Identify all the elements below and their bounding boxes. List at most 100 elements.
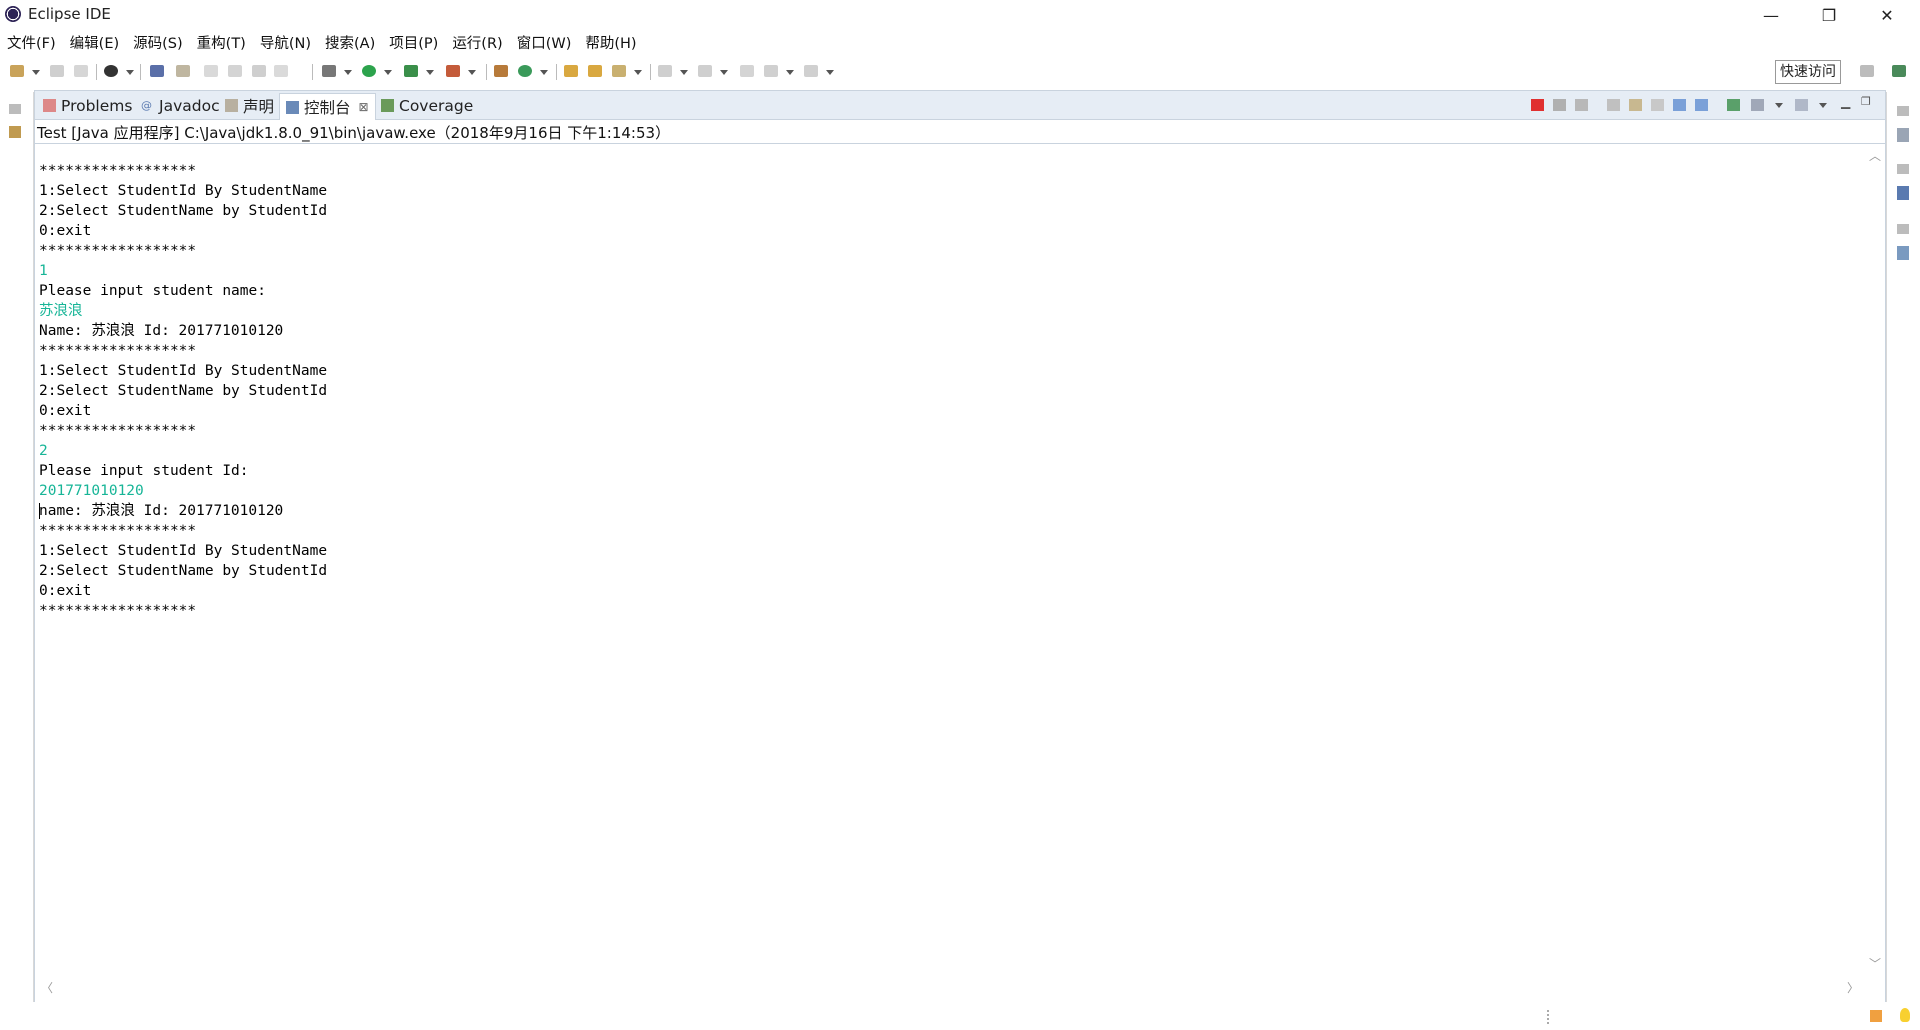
new-java-class-icon[interactable] <box>518 65 532 77</box>
forward-icon[interactable] <box>804 65 818 77</box>
debug-icon[interactable] <box>322 65 336 77</box>
run-dropdown-icon[interactable] <box>384 70 392 75</box>
scroll-right-icon[interactable]: 〉 <box>1847 979 1859 996</box>
tip-lightbulb-icon[interactable] <box>1900 1008 1910 1022</box>
restore-view-icon[interactable] <box>1897 106 1909 116</box>
open-console-icon[interactable] <box>1795 99 1808 111</box>
back-icon[interactable] <box>764 65 778 77</box>
open-perspective-icon[interactable] <box>1860 65 1874 77</box>
open-task-icon[interactable] <box>588 65 602 77</box>
vertical-scrollbar[interactable]: ︿ ﹀ <box>1865 147 1883 977</box>
minimize-view-icon[interactable]: ▁ <box>1841 95 1850 109</box>
menu-file[interactable]: 文件(F) <box>0 30 63 54</box>
menu-source[interactable]: 源码(S) <box>126 30 190 54</box>
next-annotation-dropdown-icon[interactable] <box>680 70 688 75</box>
menu-project[interactable]: 项目(P) <box>382 30 445 54</box>
terminate-icon[interactable] <box>1531 99 1544 111</box>
display-console-icon[interactable] <box>1751 99 1764 111</box>
minimize-button[interactable]: — <box>1748 0 1794 30</box>
horizontal-scrollbar[interactable]: 〈 〉 <box>35 977 1865 997</box>
new-dropdown-icon[interactable] <box>32 70 40 75</box>
menu-run[interactable]: 运行(R) <box>445 30 509 54</box>
open-type-folder-icon[interactable] <box>564 65 578 77</box>
open-console-dropdown-icon[interactable] <box>1819 103 1827 108</box>
menu-edit[interactable]: 编辑(E) <box>63 30 126 54</box>
project-view-icon[interactable] <box>1897 246 1909 260</box>
profile-dropdown-icon[interactable] <box>126 70 134 75</box>
right-trim-stack <box>1886 92 1920 1002</box>
title-bar: Eclipse IDE — ❐ ✕ <box>0 0 1920 30</box>
menu-help[interactable]: 帮助(H) <box>578 30 643 54</box>
console-line-text: 2:Select StudentName by StudentId <box>39 203 328 219</box>
status-separator <box>1547 1010 1551 1024</box>
search-dropdown-icon[interactable] <box>634 70 642 75</box>
toolbar-separator <box>486 64 487 80</box>
show-whitespace-icon[interactable] <box>274 65 288 77</box>
tab-console[interactable]: 控制台 ⊠ <box>279 93 376 120</box>
javadoc-icon: @ <box>141 99 152 112</box>
tab-javadoc[interactable]: @ Javadoc <box>135 93 226 118</box>
open-type-icon[interactable] <box>176 65 190 77</box>
previous-annotation-icon[interactable] <box>698 65 712 77</box>
profile-icon[interactable] <box>104 65 118 77</box>
restore-button[interactable]: ❐ <box>1806 0 1852 30</box>
pin-console-icon[interactable] <box>1727 99 1740 111</box>
scroll-down-icon[interactable]: ﹀ <box>1869 955 1881 972</box>
scroll-up-icon[interactable]: ︿ <box>1869 147 1881 164</box>
tab-declaration[interactable]: 声明 <box>219 93 280 118</box>
tab-problems[interactable]: Problems <box>37 93 138 118</box>
annotation-icon[interactable] <box>228 65 242 77</box>
save-all-icon[interactable] <box>74 65 88 77</box>
close-button[interactable]: ✕ <box>1864 0 1910 30</box>
last-edit-location-icon[interactable] <box>740 65 754 77</box>
display-console-dropdown-icon[interactable] <box>1775 103 1783 108</box>
java-perspective-icon[interactable] <box>1892 65 1906 77</box>
run-icon[interactable] <box>362 65 376 77</box>
restore-view-icon[interactable] <box>1897 164 1909 174</box>
skip-breakpoints-icon[interactable] <box>150 65 164 77</box>
close-icon[interactable]: ⊠ <box>359 100 369 114</box>
restore-view-icon[interactable] <box>1897 224 1909 234</box>
menu-window[interactable]: 窗口(W) <box>510 30 579 54</box>
package-explorer-icon[interactable] <box>9 126 21 138</box>
rss-icon[interactable] <box>1870 1010 1882 1022</box>
new-class-dropdown-icon[interactable] <box>540 70 548 75</box>
save-icon[interactable] <box>50 65 64 77</box>
new-java-package-icon[interactable] <box>494 65 508 77</box>
menu-refactor[interactable]: 重构(T) <box>190 30 253 54</box>
external-tools-icon[interactable] <box>446 65 460 77</box>
outline-icon[interactable] <box>1897 186 1909 200</box>
console-input-line: 1 <box>39 261 1869 281</box>
tab-coverage[interactable]: Coverage <box>375 93 479 118</box>
restore-view-icon[interactable] <box>9 104 21 114</box>
mark-occurrences-icon[interactable] <box>204 65 218 77</box>
new-icon[interactable] <box>10 65 24 77</box>
previous-annotation-dropdown-icon[interactable] <box>720 70 728 75</box>
console-output-line: ****************** <box>39 161 1869 181</box>
menu-search[interactable]: 搜索(A) <box>318 30 382 54</box>
quick-access-field[interactable]: 快速访问 <box>1775 60 1841 84</box>
next-annotation-icon[interactable] <box>658 65 672 77</box>
show-on-error-icon[interactable] <box>1695 99 1708 111</box>
external-tools-dropdown-icon[interactable] <box>468 70 476 75</box>
word-wrap-icon[interactable] <box>1651 99 1664 111</box>
forward-dropdown-icon[interactable] <box>826 70 834 75</box>
coverage-run-icon[interactable] <box>404 65 418 77</box>
console-output[interactable]: ****************** 1:Select StudentId By … <box>39 161 1869 621</box>
remove-all-terminated-icon[interactable] <box>1575 99 1588 111</box>
remove-launch-icon[interactable] <box>1553 99 1566 111</box>
scroll-lock-icon[interactable] <box>1629 99 1642 111</box>
clear-console-icon[interactable] <box>1607 99 1620 111</box>
task-list-icon[interactable] <box>1897 128 1909 142</box>
menu-navigate[interactable]: 导航(N) <box>253 30 318 54</box>
scroll-left-icon[interactable]: 〈 <box>41 979 53 996</box>
maximize-view-icon[interactable]: ❐ <box>1861 95 1871 108</box>
back-dropdown-icon[interactable] <box>786 70 794 75</box>
coverage-dropdown-icon[interactable] <box>426 70 434 75</box>
show-on-output-icon[interactable] <box>1673 99 1686 111</box>
main-toolbar <box>0 56 1920 86</box>
search-icon[interactable] <box>612 65 626 77</box>
console-output-line: 0:exit <box>39 221 1869 241</box>
block-selection-icon[interactable] <box>252 65 266 77</box>
debug-dropdown-icon[interactable] <box>344 70 352 75</box>
